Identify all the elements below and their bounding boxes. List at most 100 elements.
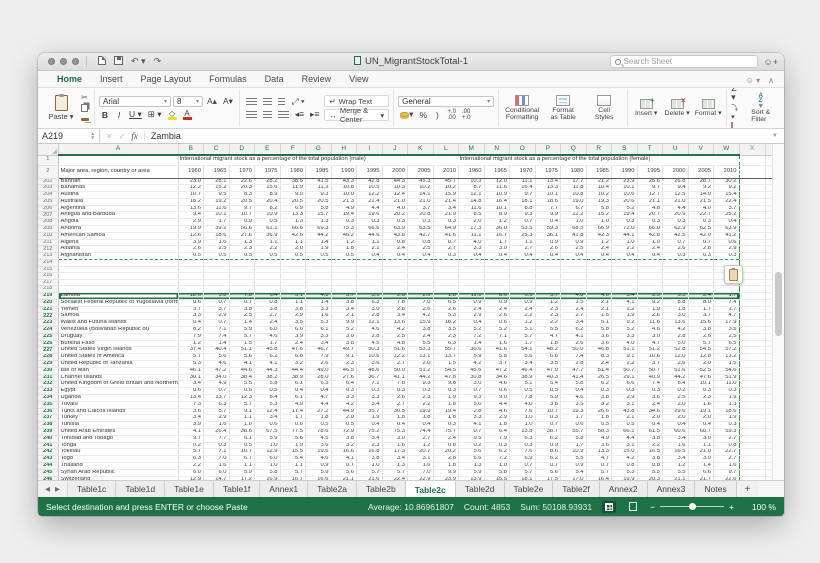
cell-A1[interactable]	[58, 155, 179, 166]
cell-E206[interactable]: 8.2	[254, 205, 281, 213]
cell-M223[interactable]: 0.4	[458, 319, 485, 328]
cell-M209[interactable]: 17.3	[458, 225, 485, 233]
cell-U234[interactable]: 2.5	[662, 394, 689, 402]
cell-Q244[interactable]: 0.9	[560, 462, 587, 470]
cell-R239[interactable]: 58.3	[586, 428, 612, 436]
cell-I223[interactable]: 12.1	[356, 319, 383, 328]
align-top-icon[interactable]	[244, 96, 259, 107]
cell-D231[interactable]: 38.4	[229, 374, 255, 382]
cell-P210[interactable]: 36.1	[535, 232, 561, 240]
cell-P221[interactable]: 2.3	[535, 306, 561, 314]
cell-A203[interactable]: Bahamas	[58, 184, 179, 193]
cell-Q212[interactable]: 2.5	[560, 245, 587, 254]
year-header[interactable]: 2000	[382, 165, 408, 179]
cell-S202[interactable]: 23.9	[611, 178, 638, 186]
cell-H213[interactable]: 0.5	[331, 252, 357, 261]
cell-R232[interactable]: 6.2	[586, 380, 612, 389]
cell-J239[interactable]: 75.3	[382, 428, 408, 436]
cell[interactable]	[739, 333, 766, 341]
cell-V218[interactable]	[688, 285, 714, 294]
cell-Q245[interactable]: 5.4	[560, 469, 587, 477]
cell-B241[interactable]: 0.2	[178, 442, 204, 450]
cell-E235[interactable]: 5.3	[254, 401, 281, 409]
cell-U215[interactable]	[662, 266, 689, 274]
cell-V236[interactable]: 19.1	[688, 408, 714, 416]
font-name-select[interactable]: Arial ▾	[99, 96, 171, 107]
cell-T214[interactable]	[637, 259, 663, 267]
cell-L211[interactable]: 0.7	[433, 239, 459, 247]
cell-M210[interactable]: 11.1	[458, 232, 485, 240]
cell-H238[interactable]: 0.5	[331, 421, 357, 429]
sheet-tab-table2d[interactable]: Table2d	[455, 481, 505, 497]
cell-Q214[interactable]	[560, 259, 587, 267]
cell-G238[interactable]: 0.5	[305, 421, 332, 429]
cell-V207[interactable]: 22.7	[688, 211, 714, 220]
cell-V233[interactable]: 0.3	[688, 387, 714, 395]
cell-K235[interactable]: 2.2	[407, 401, 434, 409]
cell-Q232[interactable]: 5.8	[560, 380, 587, 389]
cell-M219[interactable]: 11.1	[458, 292, 485, 300]
cell-Q209[interactable]: 68.5	[560, 225, 587, 233]
year-header[interactable]: 2005	[407, 165, 434, 179]
cell-P223[interactable]: 2.2	[535, 319, 561, 328]
cell-C244[interactable]: 1.6	[203, 462, 230, 470]
cell-S232[interactable]: 6.6	[611, 380, 638, 389]
font-color-icon[interactable]: A	[181, 109, 194, 120]
cell-D224[interactable]: 5.9	[229, 326, 255, 334]
cell-I229[interactable]: 3.6	[356, 360, 383, 368]
cell-A215[interactable]	[58, 266, 179, 274]
cell-U242[interactable]: 16.5	[662, 448, 689, 457]
cell-K236[interactable]: 19.9	[407, 408, 434, 416]
cell-H219[interactable]: 3.7	[331, 292, 357, 300]
cell-V222[interactable]: 3.7	[688, 312, 714, 321]
undo-icon[interactable]: ↶ ▾	[131, 57, 146, 66]
cell-V216[interactable]	[688, 272, 714, 280]
cell-O237[interactable]: 1.0	[509, 414, 536, 423]
cell-L215[interactable]	[433, 266, 459, 274]
sheet-tab-scroll-arrows[interactable]: ◀ ▶	[38, 481, 68, 497]
sheet-tab-notes[interactable]: Notes	[695, 481, 737, 497]
cell-I240[interactable]: 3.4	[356, 435, 383, 443]
cell[interactable]	[739, 252, 766, 261]
cell-N213[interactable]: 0.4	[484, 252, 510, 261]
cell[interactable]	[739, 299, 766, 307]
cell-G219[interactable]: 4.3	[305, 292, 332, 300]
cell-P208[interactable]: 0.4	[535, 218, 561, 227]
cell-U235[interactable]: 2.0	[662, 401, 689, 409]
cell-F209[interactable]: 66.6	[280, 225, 306, 233]
cell-W207[interactable]: 25.2	[713, 211, 740, 220]
cell-S222[interactable]: 1.9	[611, 312, 638, 321]
cell[interactable]	[739, 225, 766, 233]
cell-A224[interactable]: Venezuela (Bolivarian Republic of)	[58, 326, 179, 334]
ribbon-tab-insert[interactable]: Insert	[91, 72, 132, 87]
cell-H217[interactable]	[331, 279, 357, 287]
cell-H215[interactable]	[331, 266, 357, 274]
cell[interactable]	[739, 232, 766, 240]
cell-I218[interactable]	[356, 285, 383, 294]
cell-S212[interactable]: 2.2	[611, 245, 638, 254]
cell-M217[interactable]	[458, 279, 485, 287]
cell[interactable]	[739, 285, 766, 294]
cell-O207[interactable]: 9.3	[509, 211, 536, 220]
cell-K245[interactable]: 7.0	[407, 469, 434, 477]
cell-M230[interactable]: 45.6	[458, 367, 485, 375]
cell-B206[interactable]: 13.6	[178, 205, 204, 213]
cell-U230[interactable]: 51.6	[662, 367, 689, 375]
cell-H234[interactable]: 3.3	[331, 394, 357, 402]
cell-C230[interactable]: 47.2	[203, 367, 230, 375]
cell-K207[interactable]: 20.8	[407, 211, 434, 220]
cell-B203[interactable]: 12.2	[178, 184, 204, 193]
sheet-tab-table2e[interactable]: Table2e	[504, 481, 554, 497]
minimize-window-button[interactable]	[60, 58, 67, 65]
cell-D211[interactable]: 1.3	[229, 239, 255, 247]
cell-A204[interactable]: Austria	[58, 191, 179, 199]
year-header[interactable]: 1970	[229, 165, 255, 179]
cell-W244[interactable]: 1.6	[713, 462, 740, 470]
cell-A207[interactable]: Antigua and Barbuda	[58, 211, 179, 220]
cell-S209[interactable]: 72.0	[611, 225, 638, 233]
cell-R213[interactable]: 0.4	[586, 252, 612, 261]
cell-B232[interactable]: 3.4	[178, 380, 204, 389]
cell-R218[interactable]	[586, 285, 612, 294]
cell-I242[interactable]: 16.8	[356, 448, 383, 457]
cell-K241[interactable]: 1.2	[407, 442, 434, 450]
